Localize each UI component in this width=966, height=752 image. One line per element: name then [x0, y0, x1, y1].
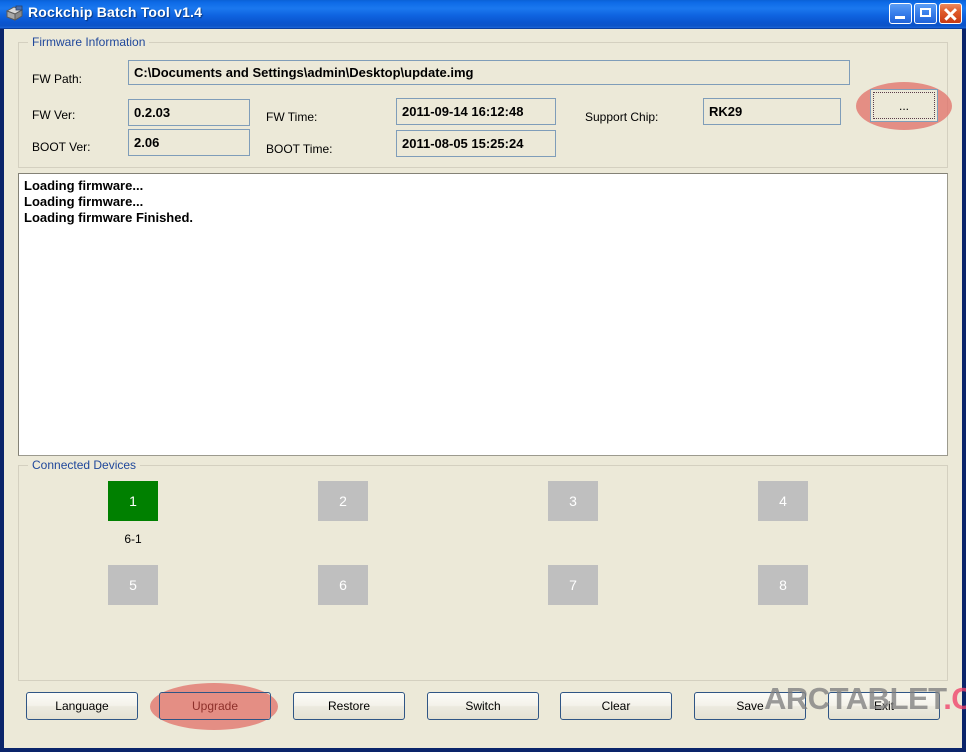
boot-ver-label: BOOT Ver:	[32, 140, 91, 154]
fw-path-label: FW Path:	[32, 72, 83, 86]
window-controls	[889, 3, 962, 24]
clear-button[interactable]: Clear	[560, 692, 672, 720]
fw-time-label: FW Time:	[266, 110, 318, 124]
fw-ver-field[interactable]: 0.2.03	[128, 99, 250, 126]
device-slot-number: 3	[569, 493, 577, 509]
exit-button[interactable]: Exit	[828, 692, 940, 720]
device-slot-number: 1	[129, 493, 137, 509]
upgrade-button[interactable]: Upgrade	[159, 692, 271, 720]
device-slot-number: 4	[779, 493, 787, 509]
boot-ver-field[interactable]: 2.06	[128, 129, 250, 156]
support-chip-label: Support Chip:	[585, 110, 659, 124]
save-button[interactable]: Save	[694, 692, 806, 720]
device-slot-5[interactable]: 5	[108, 565, 158, 605]
fw-time-field[interactable]: 2011-09-14 16:12:48	[396, 98, 556, 125]
device-slot-number: 2	[339, 493, 347, 509]
device-slot-7[interactable]: 7	[548, 565, 598, 605]
device-slot-1[interactable]: 1	[108, 481, 158, 521]
device-slot-number: 8	[779, 577, 787, 593]
log-line: Loading firmware...	[24, 178, 144, 193]
device-slot-3[interactable]: 3	[548, 481, 598, 521]
device-slot-8[interactable]: 8	[758, 565, 808, 605]
restore-button[interactable]: Restore	[293, 692, 405, 720]
close-icon[interactable]	[939, 3, 962, 24]
device-slot-4[interactable]: 4	[758, 481, 808, 521]
log-line: Loading firmware...	[24, 194, 144, 209]
switch-button[interactable]: Switch	[427, 692, 539, 720]
device-slot-number: 7	[569, 577, 577, 593]
maximize-icon[interactable]	[914, 3, 937, 24]
client-area: Firmware Information FW Path: C:\Documen…	[4, 29, 966, 748]
language-button[interactable]: Language	[26, 692, 138, 720]
firmware-group-title: Firmware Information	[28, 35, 150, 49]
log-line: Loading firmware Finished.	[24, 210, 194, 225]
watermark-tld: .COM	[943, 681, 966, 716]
support-chip-field[interactable]: RK29	[703, 98, 841, 125]
boot-time-label: BOOT Time:	[266, 142, 333, 156]
fw-path-field[interactable]: C:\Documents and Settings\admin\Desktop\…	[128, 60, 850, 85]
device-slot-2[interactable]: 2	[318, 481, 368, 521]
device-slot-1-caption: 6-1	[124, 532, 142, 546]
window-title: Rockchip Batch Tool v1.4	[28, 4, 203, 20]
app-tool-icon	[5, 5, 24, 21]
device-slot-6[interactable]: 6	[318, 565, 368, 605]
title-bar[interactable]: Rockchip Batch Tool v1.4	[0, 0, 966, 29]
fw-ver-label: FW Ver:	[32, 108, 76, 122]
log-output[interactable]: Loading firmware... Loading firmware... …	[18, 173, 948, 456]
connected-devices-group-title: Connected Devices	[28, 458, 141, 472]
minimize-icon[interactable]	[889, 3, 912, 24]
device-slot-number: 5	[129, 577, 137, 593]
boot-time-field[interactable]: 2011-08-05 15:25:24	[396, 130, 556, 157]
browse-button[interactable]: ...	[870, 89, 938, 122]
application-window: Rockchip Batch Tool v1.4 Firmware Inform…	[0, 0, 966, 752]
device-slot-number: 6	[339, 577, 347, 593]
